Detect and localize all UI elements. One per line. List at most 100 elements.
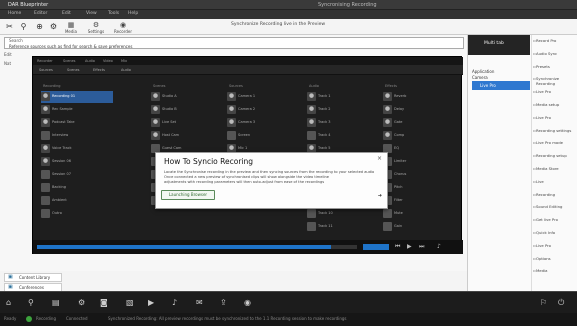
list-item[interactable]: Comp (383, 130, 455, 142)
preview-tab[interactable]: Sources (39, 68, 53, 72)
list-item[interactable]: Camera 1 (227, 91, 299, 103)
list-item[interactable]: Chorus (383, 169, 455, 181)
menu-help[interactable]: Help (128, 11, 138, 16)
cut-icon[interactable]: ✂ (3, 21, 16, 33)
camera-icon[interactable]: ◙ (100, 298, 108, 307)
menu-view[interactable]: View (86, 11, 97, 16)
media-button[interactable]: ▦ Media (63, 21, 79, 34)
right-panel-list-item[interactable]: Synchronize Recording (536, 76, 576, 86)
right-panel-list-item[interactable]: Live Pro (536, 115, 576, 120)
list-item[interactable]: Backing (41, 182, 113, 194)
preview-menu-item[interactable]: Audio (85, 59, 95, 63)
volume-icon[interactable]: ♪ (437, 243, 441, 250)
list-item[interactable]: Rec Sample (41, 104, 113, 116)
list-item[interactable]: Pitch (383, 182, 455, 194)
notification-icon[interactable]: ⚐ (540, 298, 547, 307)
preview-tab[interactable]: Scenes (67, 68, 80, 72)
preview-menu-item[interactable]: Mix (121, 59, 127, 63)
right-panel-list-item[interactable]: Quick Info (536, 230, 576, 235)
right-panel-list-item[interactable]: Options (536, 256, 576, 261)
search-icon[interactable]: ⚲ (28, 298, 34, 307)
list-item[interactable]: Track 11 (307, 221, 379, 233)
list-item[interactable]: Gain (383, 221, 455, 233)
arrow-right-icon[interactable]: ➜ (378, 193, 382, 199)
list-item[interactable]: Track 3 (307, 117, 379, 129)
skip-back-icon[interactable]: ⏮ (395, 243, 400, 251)
right-panel-list-item[interactable]: Get live Pro (536, 217, 576, 222)
menu-home[interactable]: Home (8, 11, 21, 16)
list-item[interactable]: Track 4 (307, 130, 379, 142)
right-panel-list-item[interactable]: Recording settings (536, 128, 576, 133)
recorder-button[interactable]: ◉ Recorder (111, 21, 135, 34)
list-item[interactable]: Track 1 (307, 91, 379, 103)
search-input[interactable]: Reference sources such as find for searc… (9, 44, 132, 49)
list-item[interactable]: Camera 3 (227, 117, 299, 129)
preview-menu-item[interactable]: Video (103, 59, 113, 63)
list-item[interactable]: Recording 01 (41, 91, 113, 103)
right-panel-item[interactable]: Application (472, 69, 530, 74)
list-item[interactable]: Session 07 (41, 169, 113, 181)
content-library-item[interactable]: ▣ Content Library (4, 273, 62, 282)
right-panel-list-item[interactable]: Live Pro (536, 89, 576, 94)
preview-menu-item[interactable]: Recorder (37, 59, 53, 63)
video-icon[interactable]: ▶ (148, 298, 154, 307)
preview-tab[interactable]: Effects (93, 68, 105, 72)
right-panel-list-item[interactable]: Audio Sync (536, 51, 576, 56)
list-item[interactable]: Limiter (383, 156, 455, 168)
play-icon[interactable]: ▶ (407, 243, 412, 250)
launch-browser-button[interactable]: Launching Browser (161, 190, 215, 200)
list-item[interactable]: Studio A (151, 91, 223, 103)
right-panel-list-item[interactable]: Sound Editing (536, 204, 576, 209)
list-item[interactable]: Mute (383, 208, 455, 220)
right-panel-list-item[interactable]: Media Store (536, 166, 576, 171)
skip-forward-icon[interactable]: ⏭ (419, 243, 424, 251)
record-icon[interactable]: ◉ (244, 298, 251, 307)
list-item[interactable]: Screen (227, 130, 299, 142)
share-icon[interactable]: ⇪ (220, 298, 227, 307)
list-item[interactable]: Track 10 (307, 208, 379, 220)
right-panel-list-item[interactable]: Presets (536, 64, 576, 69)
settings-icon[interactable]: ⚙ (78, 298, 85, 307)
right-panel-list-item[interactable]: Recording setup (536, 153, 576, 158)
right-panel-list-item[interactable]: Live (536, 179, 576, 184)
music-icon[interactable]: ♪ (172, 298, 177, 307)
right-panel-list-item[interactable]: Live Pro (536, 243, 576, 248)
message-icon[interactable]: ✉ (196, 298, 203, 307)
list-item[interactable]: Host Cam (151, 130, 223, 142)
list-item[interactable]: Voice Track (41, 143, 113, 155)
progress-handle[interactable] (363, 244, 389, 250)
menu-editor[interactable]: Editor (34, 11, 47, 16)
right-panel-selected-item[interactable]: Live Pro (472, 81, 530, 90)
right-panel-list-item[interactable]: Recording (536, 192, 576, 197)
settings-button[interactable]: ⚙ Settings (85, 21, 107, 34)
side-item-edit[interactable]: Edit (4, 52, 12, 57)
list-item[interactable]: Reverb (383, 91, 455, 103)
list-item[interactable]: Gate (383, 117, 455, 129)
list-item[interactable]: Interview (41, 130, 113, 142)
home-icon[interactable]: ⌂ (6, 298, 11, 307)
menu-edit[interactable]: Edit (62, 11, 71, 16)
list-item[interactable]: Track 2 (307, 104, 379, 116)
search-icon[interactable]: ⚲ (17, 21, 30, 33)
list-item[interactable]: Live Set (151, 117, 223, 129)
right-panel-list-item[interactable]: Live Pro mode (536, 140, 576, 145)
zoom-icon[interactable]: ⊕ (33, 21, 46, 33)
list-item[interactable]: Studio B (151, 104, 223, 116)
search-field[interactable]: Search Reference sources such as find fo… (4, 37, 464, 49)
side-item-nat[interactable]: Nat (4, 61, 11, 66)
settings-icon[interactable]: ⚙ (47, 21, 60, 33)
list-item[interactable]: EQ (383, 143, 455, 155)
right-panel-item[interactable]: Camera (472, 75, 530, 80)
folder-icon[interactable]: ▤ (52, 298, 60, 307)
list-item[interactable]: Delay (383, 104, 455, 116)
list-item[interactable]: Filter (383, 195, 455, 207)
progress-track[interactable] (37, 245, 357, 249)
list-item[interactable]: Session 06 (41, 156, 113, 168)
preview-menu-item[interactable]: Scenes (63, 59, 76, 63)
close-icon[interactable]: × (377, 155, 382, 162)
preview-tab[interactable]: Audio (121, 68, 131, 72)
list-item[interactable]: Ambient (41, 195, 113, 207)
right-panel-list-item[interactable]: Media (536, 268, 576, 273)
menu-tools[interactable]: Tools (108, 11, 119, 16)
right-panel-list-item[interactable]: Record Pro (536, 38, 576, 43)
